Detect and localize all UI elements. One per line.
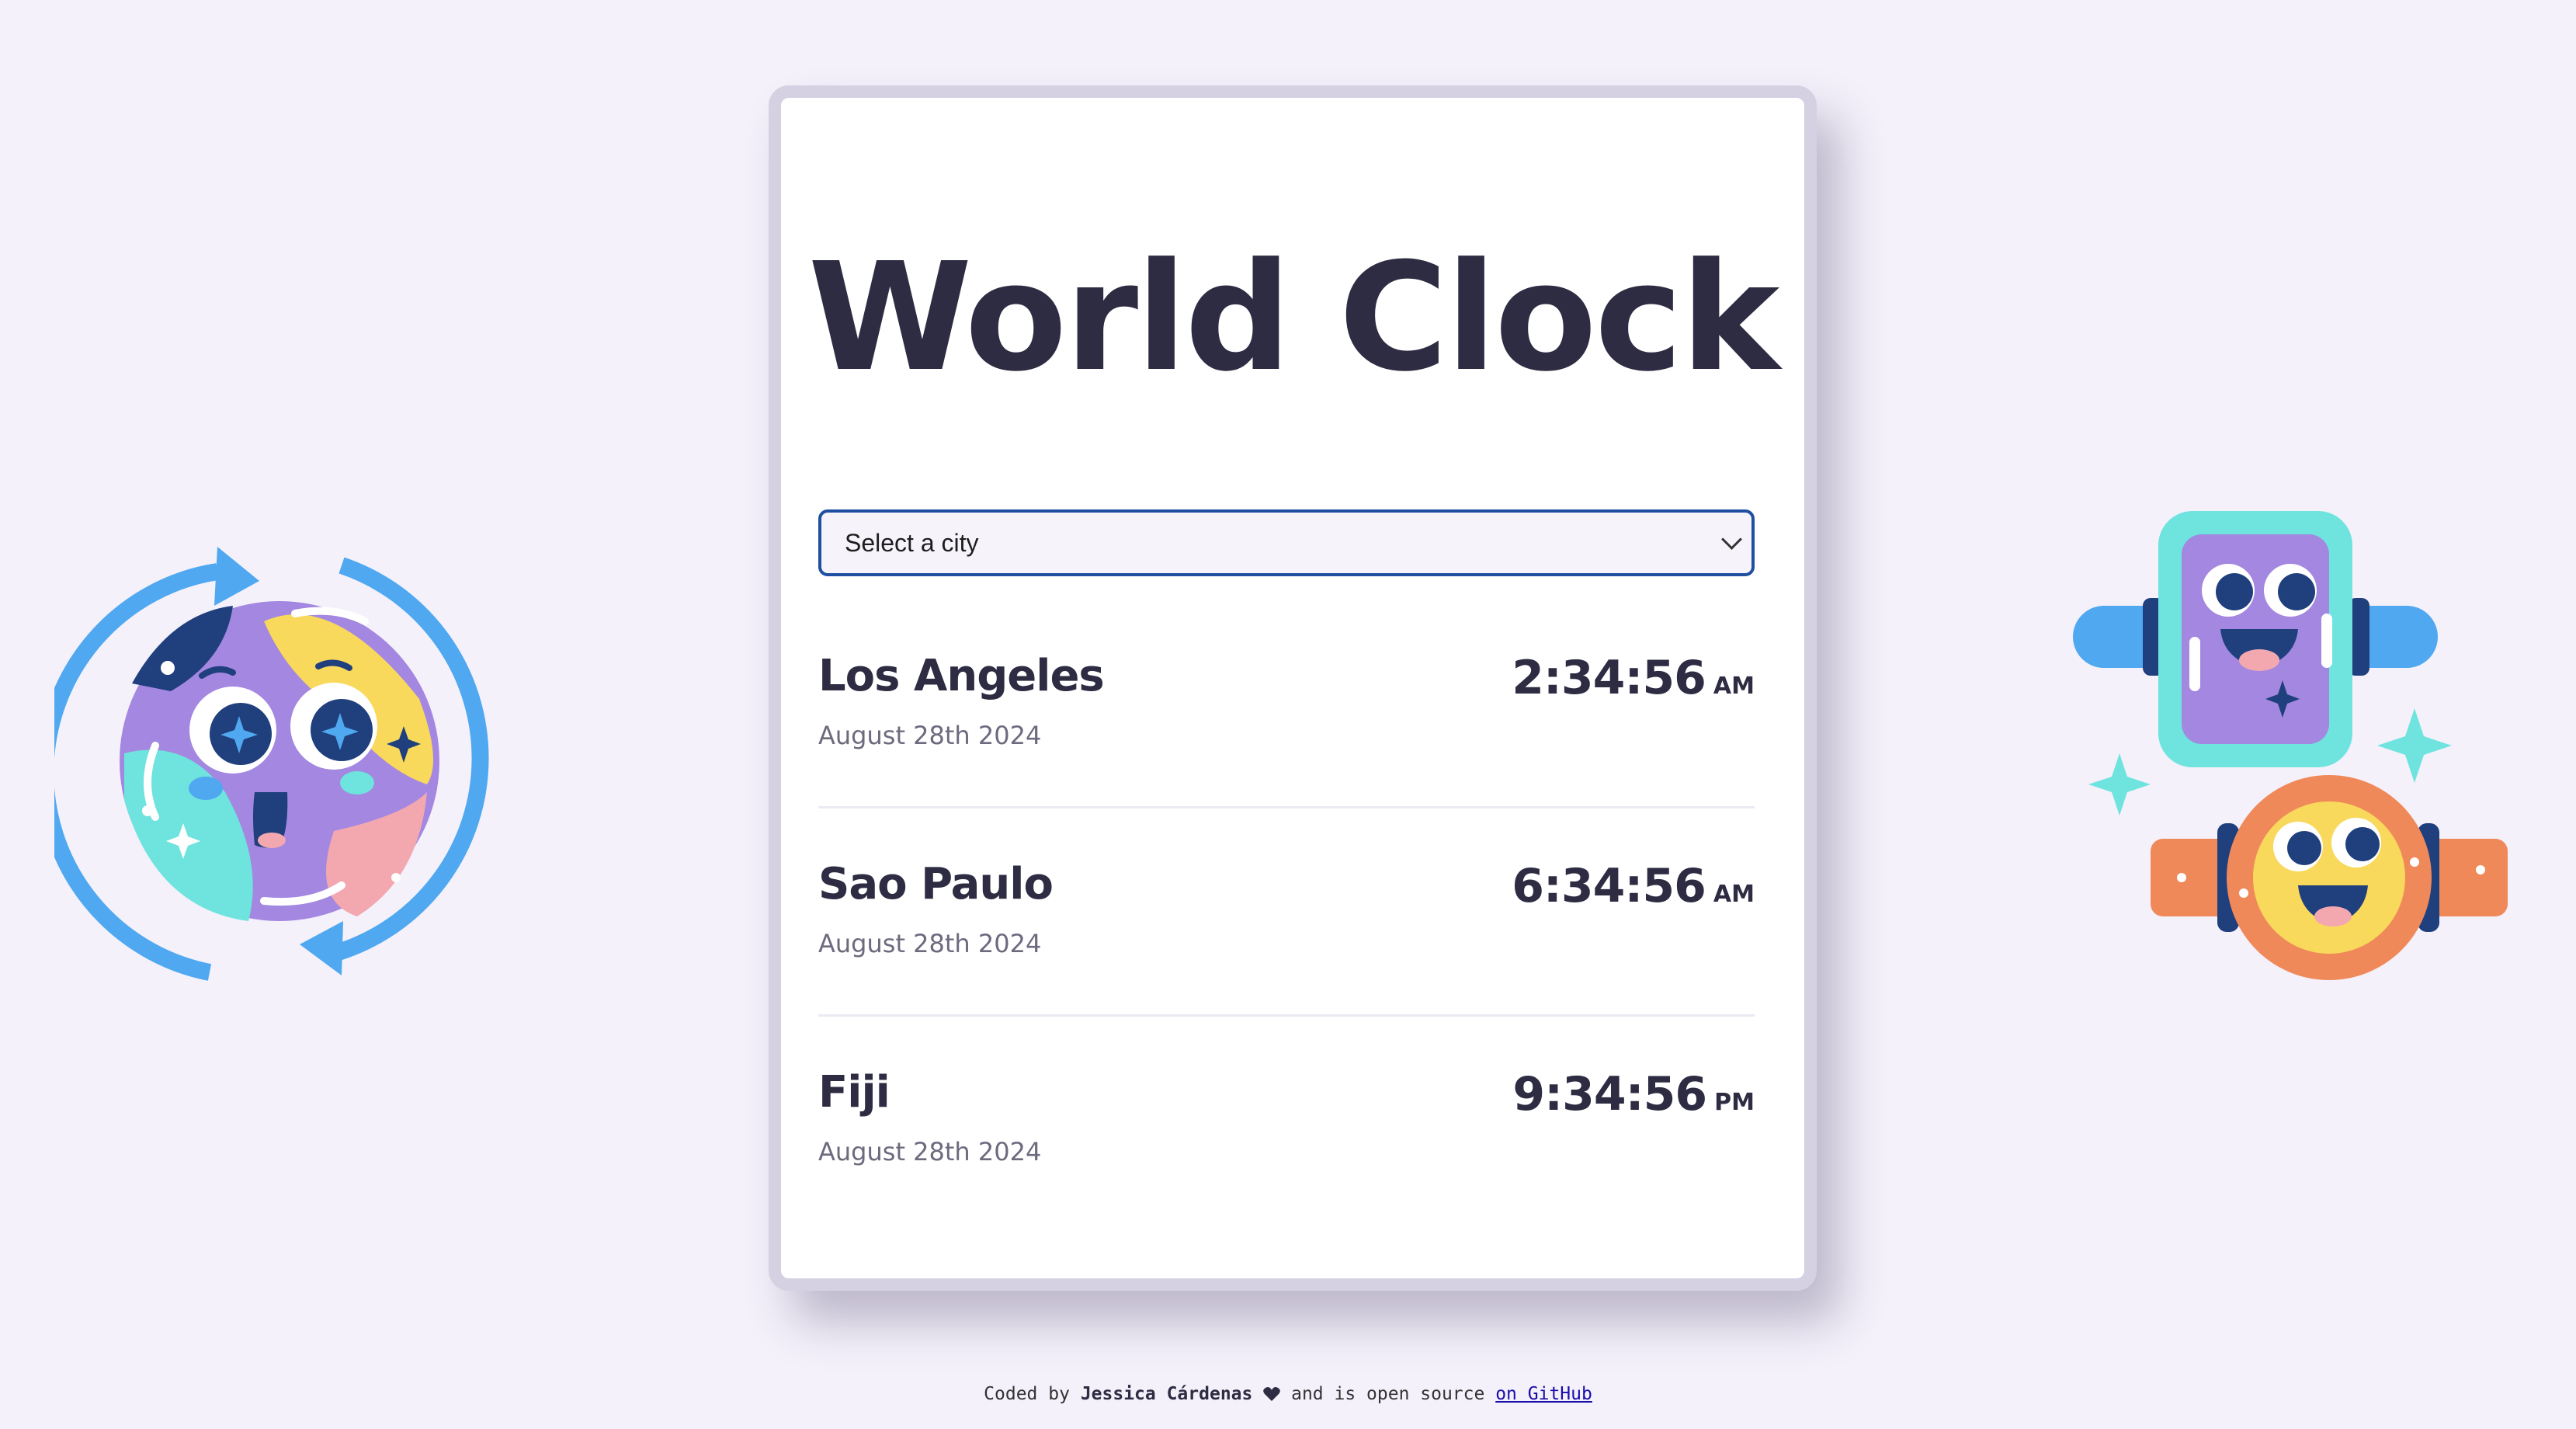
time-ampm: AM: [1713, 673, 1755, 700]
footer: Coded by Jessica Cárdenas and is open so…: [0, 1384, 2576, 1404]
world-clock-card: World Clock Select a city Los Angeles Au…: [769, 85, 1817, 1291]
time-value: 9:34:56: [1512, 1067, 1707, 1121]
city-time: 2:34:56 AM: [1512, 651, 1755, 705]
city-row: Sao Paulo August 28th 2024 6:34:56 AM: [818, 859, 1755, 1017]
time-ampm: PM: [1714, 1089, 1755, 1116]
heart-icon: [1263, 1387, 1281, 1401]
city-name: Fiji: [818, 1067, 890, 1118]
city-select[interactable]: Select a city: [818, 509, 1755, 576]
city-date: August 28th 2024: [818, 1137, 1042, 1166]
city-time: 9:34:56 PM: [1512, 1067, 1755, 1121]
city-name: Los Angeles: [818, 651, 1105, 701]
city-name: Sao Paulo: [818, 859, 1054, 909]
page-title: World Clock: [807, 231, 1780, 405]
time-ampm: AM: [1713, 881, 1755, 908]
city-row: Fiji August 28th 2024 9:34:56 PM: [818, 1067, 1755, 1222]
github-link[interactable]: on GitHub: [1495, 1384, 1592, 1404]
city-row: Los Angeles August 28th 2024 2:34:56 AM: [818, 651, 1755, 808]
city-date: August 28th 2024: [818, 721, 1042, 750]
time-value: 2:34:56: [1512, 651, 1706, 705]
time-value: 6:34:56: [1512, 859, 1706, 913]
footer-prefix: Coded by: [984, 1384, 1070, 1404]
footer-author: Jessica Cárdenas: [1080, 1384, 1253, 1404]
watch-illustration: [2073, 511, 2508, 980]
city-time: 6:34:56 AM: [1512, 859, 1755, 913]
footer-middle: and is open source: [1291, 1384, 1485, 1404]
globe-illustration: [54, 547, 489, 981]
city-date: August 28th 2024: [818, 929, 1042, 958]
city-select-value: Select a city: [845, 528, 979, 557]
chevron-down-icon: [1721, 528, 1742, 550]
